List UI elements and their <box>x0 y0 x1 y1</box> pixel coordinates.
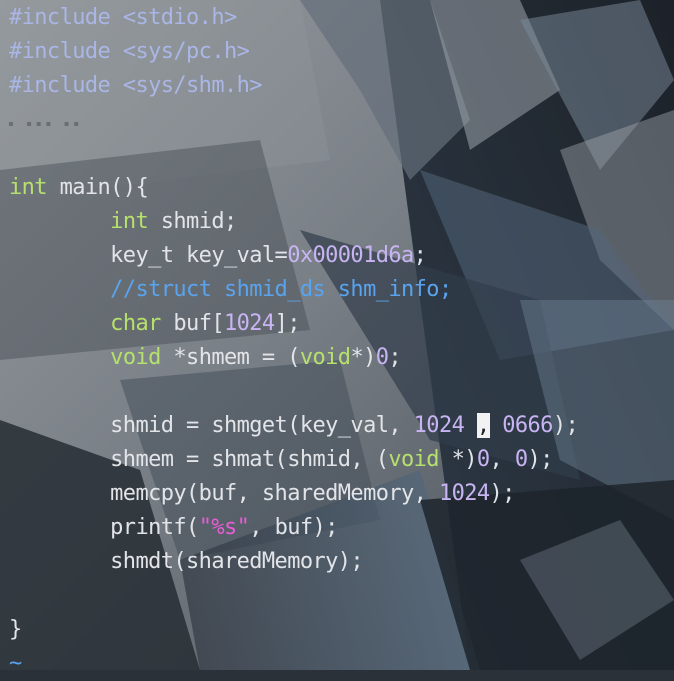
text-cursor: , <box>476 413 490 438</box>
code-token: <stdio.h> <box>122 5 237 30</box>
code-token: , <box>489 447 515 472</box>
code-token: 0666 <box>502 413 553 438</box>
code-line[interactable]: ~ <box>9 647 22 681</box>
code-line[interactable]: } <box>9 613 22 647</box>
code-line[interactable]: int shmid; <box>9 205 237 239</box>
code-token: memcpy(buf, sharedMemory, <box>9 481 439 506</box>
code-token: void <box>388 447 439 472</box>
code-token: void <box>110 345 161 370</box>
code-line[interactable]: #include <stdio.h> <box>9 1 237 35</box>
code-editor[interactable]: #include <stdio.h> #include <sys/pc.h> #in… <box>0 0 674 676</box>
code-token: int <box>110 209 149 234</box>
code-token: ]; <box>274 311 301 336</box>
code-token: 1024 <box>438 481 490 506</box>
code-line[interactable]: #include <sys/shm.h> <box>9 69 263 103</box>
code-line[interactable]: key_t key_val=0x00001d6a; <box>9 239 427 273</box>
code-token: void <box>299 345 351 370</box>
code-token: printf( <box>9 515 199 540</box>
code-token: ~ <box>9 651 22 676</box>
code-token: *) <box>350 345 376 370</box>
code-token: key_t key_val= <box>9 243 288 268</box>
code-token: *) <box>438 447 478 472</box>
code-token: #include <box>9 5 123 30</box>
code-line[interactable]: #include <sys/pc.h> <box>9 35 250 69</box>
code-line[interactable]: char buf[1024]; <box>9 307 300 341</box>
code-line[interactable]: int main(){ <box>9 171 149 205</box>
code-line[interactable]: memcpy(buf, sharedMemory, 1024); <box>9 477 515 511</box>
code-token: 1024 <box>413 413 465 438</box>
code-token: ); <box>552 413 579 438</box>
code-token: //struct shmid_ds shm_info; <box>110 277 452 302</box>
code-token: shmdt(sharedMemory); <box>9 549 364 574</box>
code-token: int <box>9 175 48 200</box>
code-token: *shmem = ( <box>160 345 300 370</box>
code-token: ); <box>527 447 554 472</box>
code-token: shmem = shmat(shmid, ( <box>9 447 389 472</box>
code-token: } <box>9 617 22 642</box>
code-token: shmid; <box>148 209 237 234</box>
code-token: 0 <box>375 345 389 370</box>
code-line[interactable]: shmem = shmat(shmid, (void *)0, 0); <box>9 443 553 477</box>
code-token: 0 <box>476 447 490 472</box>
code-token: buf[ <box>160 311 224 336</box>
code-token: #include <box>9 39 123 64</box>
code-token: <sys/shm.h> <box>122 73 263 98</box>
code-token: ); <box>489 481 516 506</box>
code-token: main(){ <box>46 175 149 200</box>
code-line[interactable]: shmdt(sharedMemory); <box>9 545 364 579</box>
code-line[interactable]: void *shmem = (void*)0; <box>9 341 401 375</box>
code-token: char <box>110 311 161 336</box>
code-token: 1024 <box>224 311 275 336</box>
code-token: 0x00001d6a <box>287 243 414 268</box>
code-token: ; <box>388 345 402 370</box>
code-token: "%s" <box>198 515 250 540</box>
code-token: ; <box>413 243 427 268</box>
code-token: , buf); <box>249 515 338 540</box>
code-line[interactable]: //struct shmid_ds shm_info; <box>9 273 452 307</box>
code-token: 0 <box>514 447 528 472</box>
code-token: #include <box>9 73 123 98</box>
code-token: shmid = shmget(key_val, <box>9 413 414 438</box>
code-line[interactable]: printf("%s", buf); <box>9 511 338 545</box>
code-line[interactable]: shmid = shmget(key_val, 1024 , 0666); <box>9 409 579 443</box>
code-token: <sys/pc.h> <box>122 39 250 64</box>
